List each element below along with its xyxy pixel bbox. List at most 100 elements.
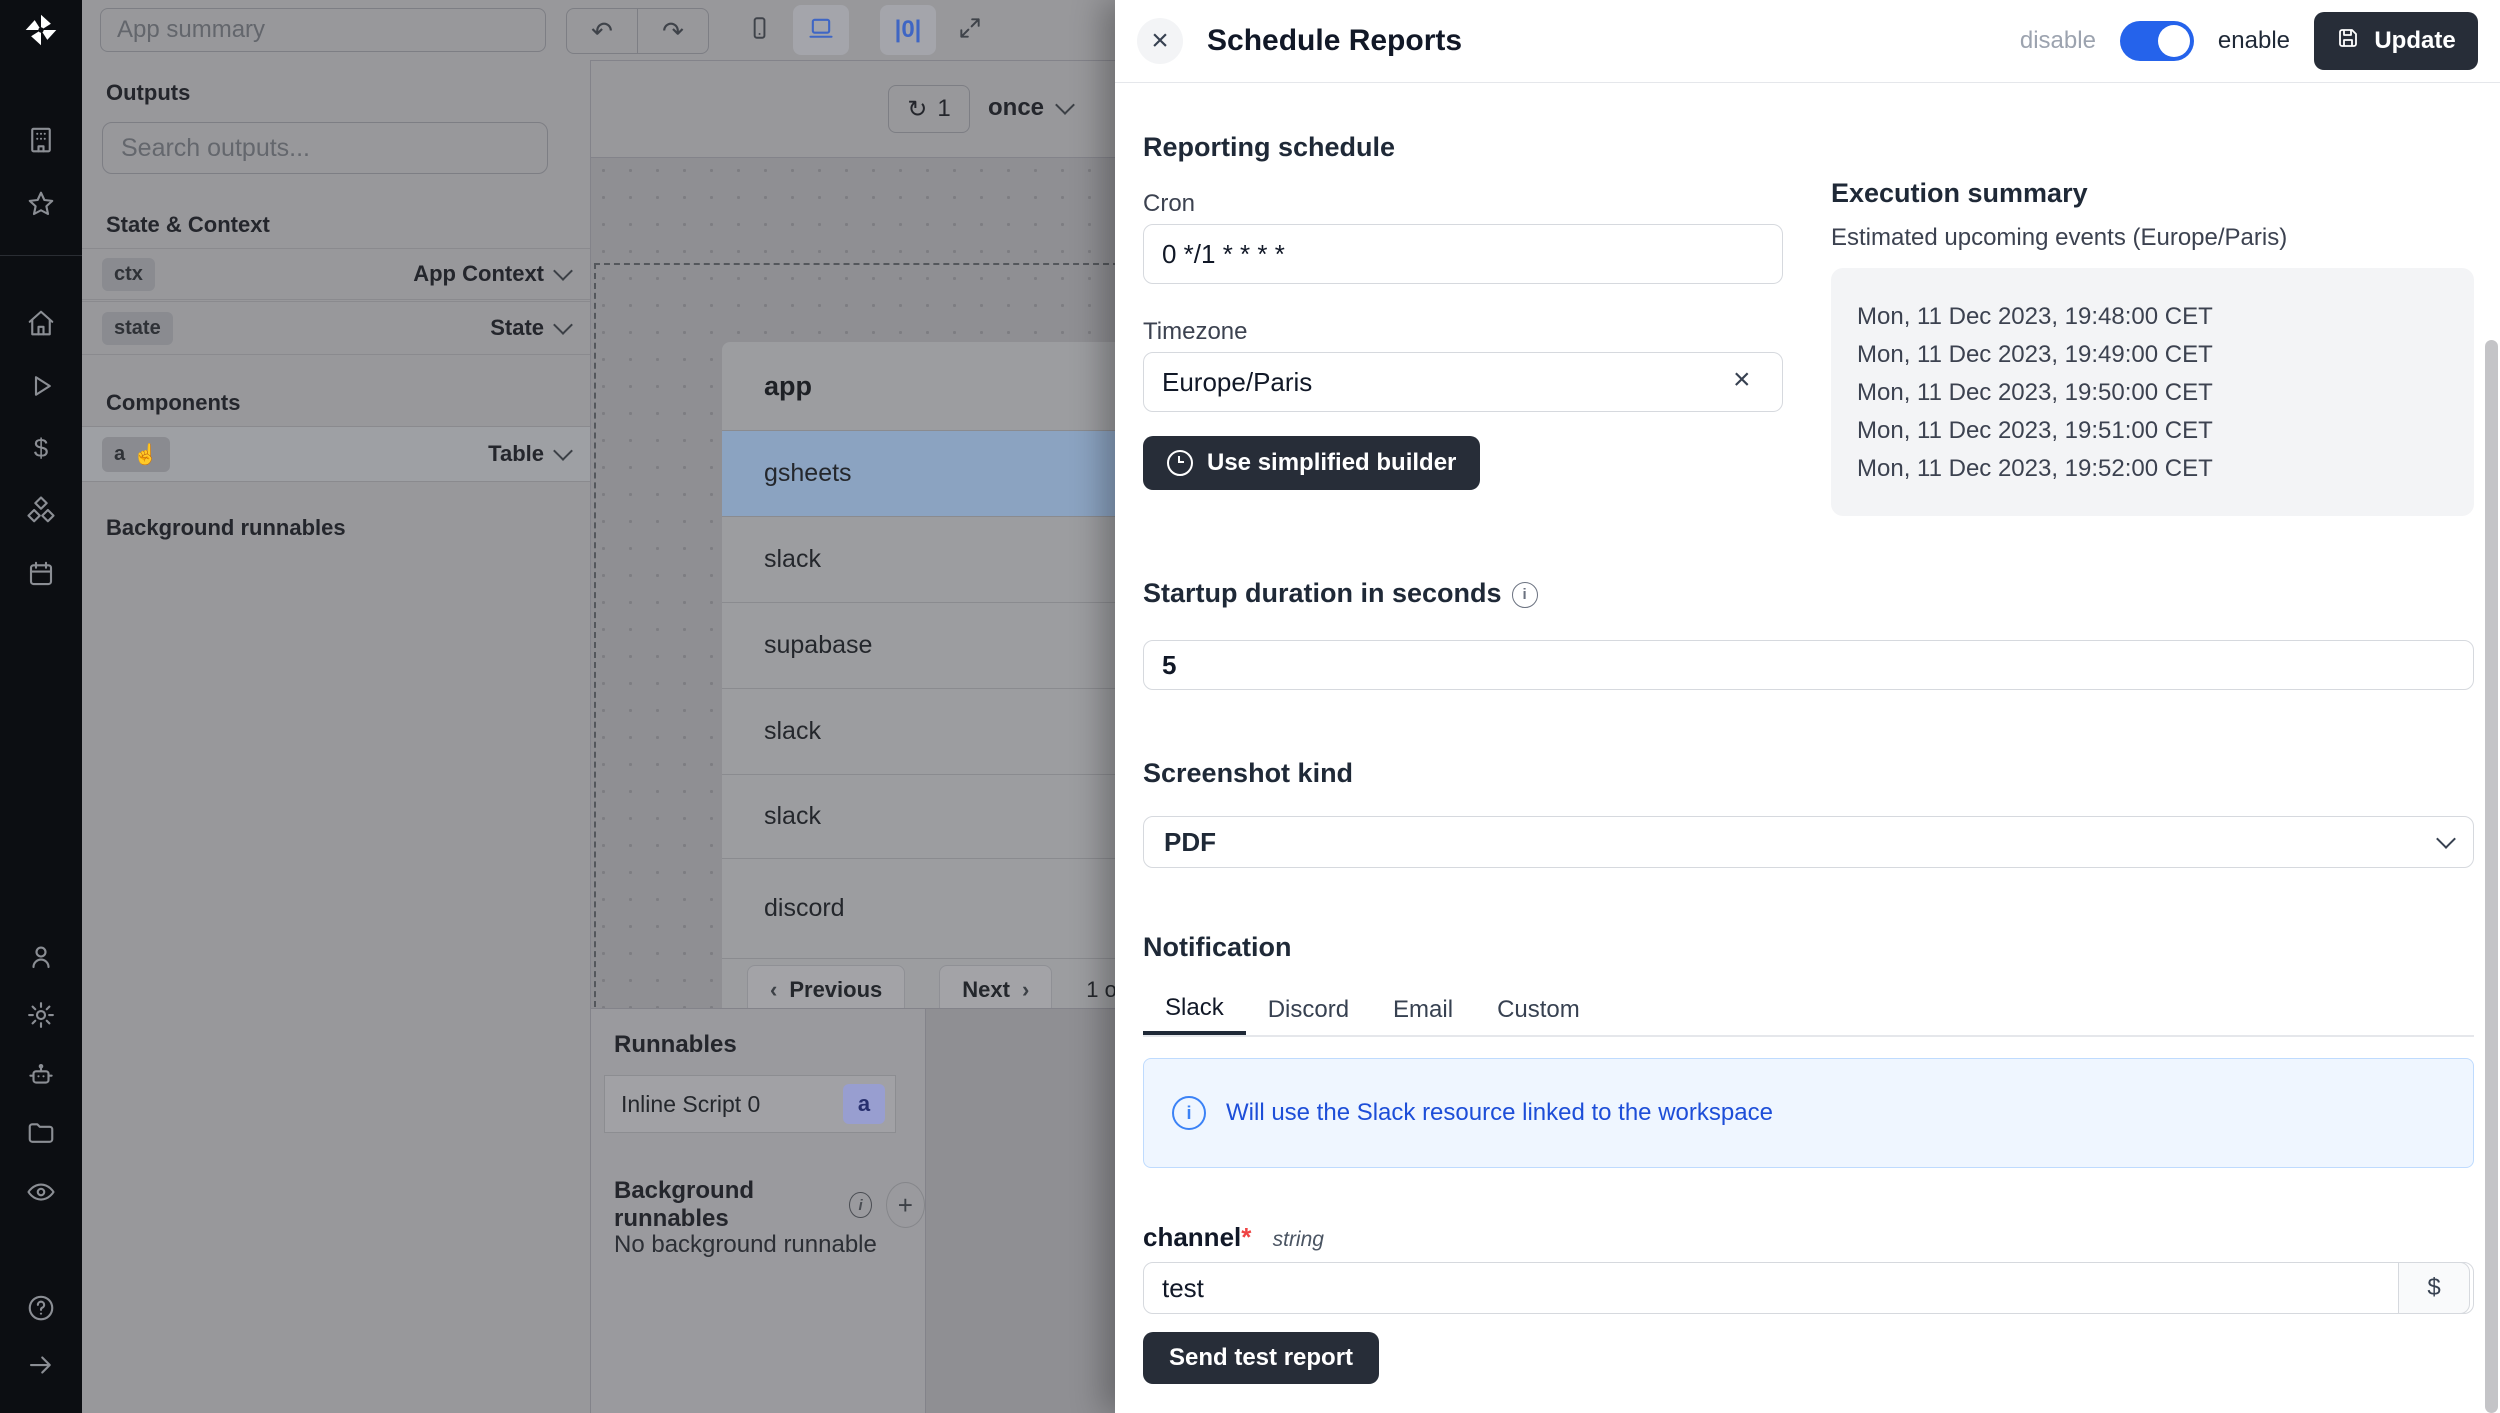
search-outputs-input[interactable] xyxy=(102,122,548,174)
audit-eye-icon[interactable] xyxy=(26,1177,56,1207)
event-item: Mon, 11 Dec 2023, 19:52:00 CET xyxy=(1857,450,2474,488)
align-center-icon: |0| xyxy=(895,16,922,44)
output-row-state[interactable]: state State xyxy=(82,301,590,355)
dollar-insert-icon: $ xyxy=(2427,1274,2440,1302)
close-button[interactable]: × xyxy=(1137,18,1183,64)
schedules-calendar-icon[interactable] xyxy=(26,559,56,589)
favorites-star-icon[interactable] xyxy=(26,189,56,219)
cell-value: gsheets xyxy=(764,459,852,488)
chevron-down-icon[interactable] xyxy=(553,261,573,281)
save-icon xyxy=(2336,26,2360,57)
tab-label: Custom xyxy=(1497,996,1580,1024)
update-label: Update xyxy=(2374,27,2455,55)
layout-tools-group: |0| xyxy=(880,5,998,55)
help-icon[interactable] xyxy=(26,1293,56,1323)
app-summary-input[interactable] xyxy=(100,8,546,52)
startup-duration-input[interactable] xyxy=(1143,640,2474,690)
refresh-count-control[interactable]: ↻ 1 xyxy=(888,85,970,133)
runs-play-icon[interactable] xyxy=(26,371,56,401)
builder-label: Use simplified builder xyxy=(1207,449,1456,477)
tab-label: Discord xyxy=(1268,996,1349,1024)
cell-value: slack xyxy=(764,802,821,831)
info-icon: i xyxy=(849,1192,871,1218)
insert-variable-button[interactable]: $ xyxy=(2398,1262,2470,1314)
drawer-header: × Schedule Reports disable enable Update xyxy=(1115,0,2500,83)
folders-icon[interactable] xyxy=(26,1118,56,1148)
event-item: Mon, 11 Dec 2023, 19:50:00 CET xyxy=(1857,374,2474,412)
channel-label: channel xyxy=(1143,1222,1241,1252)
chevron-down-icon xyxy=(2436,829,2456,849)
screenshot-kind-value: PDF xyxy=(1164,827,1216,858)
update-button[interactable]: Update xyxy=(2314,12,2478,70)
chevron-left-icon: ‹ xyxy=(770,977,777,1003)
table-type-label: Table xyxy=(488,441,544,467)
timezone-label: Timezone xyxy=(1143,318,1247,346)
tab-slack[interactable]: Slack xyxy=(1143,985,1246,1035)
fullscreen-button[interactable] xyxy=(942,5,998,55)
timezone-input[interactable] xyxy=(1143,352,1783,412)
ctx-type-label: App Context xyxy=(413,261,544,287)
run-mode-dropdown[interactable]: once xyxy=(988,85,1072,131)
event-item: Mon, 11 Dec 2023, 19:48:00 CET xyxy=(1857,298,2474,336)
output-row-ctx[interactable]: ctx App Context xyxy=(82,248,590,300)
startup-duration-label: Startup duration in seconds xyxy=(1143,578,1502,608)
execution-summary-heading: Execution summary xyxy=(1831,178,2088,209)
next-label: Next xyxy=(962,977,1010,1003)
tab-custom[interactable]: Custom xyxy=(1475,985,1602,1035)
add-background-runnable-button[interactable]: + xyxy=(886,1182,925,1228)
event-item: Mon, 11 Dec 2023, 19:51:00 CET xyxy=(1857,412,2474,450)
screenshot-kind-select[interactable]: PDF xyxy=(1143,816,2474,868)
schedule-reports-drawer: × Schedule Reports disable enable Update… xyxy=(1115,0,2500,1413)
state-badge: state xyxy=(102,312,173,345)
ai-robot-icon[interactable] xyxy=(26,1060,56,1090)
windmill-logo-icon[interactable] xyxy=(23,12,59,48)
cron-label: Cron xyxy=(1143,190,1195,218)
rail-divider xyxy=(0,255,82,256)
tab-email[interactable]: Email xyxy=(1371,985,1475,1035)
redo-button[interactable]: ↷ xyxy=(637,9,708,53)
drawer-scrollbar[interactable] xyxy=(2485,340,2498,1413)
chevron-right-icon: › xyxy=(1022,977,1029,1003)
channel-field-label: channel* string xyxy=(1143,1222,1324,1253)
disable-label: disable xyxy=(2020,27,2096,55)
banner-text: Will use the Slack resource linked to th… xyxy=(1226,1099,1773,1127)
channel-input[interactable] xyxy=(1143,1262,2474,1314)
variables-dollar-icon[interactable]: $ xyxy=(26,433,56,463)
mobile-preview-button[interactable] xyxy=(731,5,787,55)
output-row-table-a[interactable]: a☝ Table xyxy=(82,426,590,482)
home-icon[interactable] xyxy=(26,308,56,338)
slack-info-banner: i Will use the Slack resource linked to … xyxy=(1143,1058,2474,1168)
send-test-report-label: Send test report xyxy=(1169,1344,1353,1372)
chevron-down-icon[interactable] xyxy=(553,315,573,335)
background-runnables-title: Background runnables xyxy=(614,1177,835,1233)
channel-type-label: string xyxy=(1273,1228,1324,1251)
collapse-arrow-icon[interactable] xyxy=(26,1350,56,1380)
runnables-title: Runnables xyxy=(614,1031,737,1059)
desktop-preview-button[interactable] xyxy=(793,5,849,55)
workspace-icon[interactable] xyxy=(26,125,56,155)
startup-duration-heading: Startup duration in secondsi xyxy=(1143,578,1538,609)
chevron-down-icon[interactable] xyxy=(553,441,573,461)
tab-label: Slack xyxy=(1165,994,1224,1022)
center-align-button[interactable]: |0| xyxy=(880,5,936,55)
info-icon: i xyxy=(1172,1096,1206,1130)
clear-timezone-icon[interactable]: × xyxy=(1733,363,1751,397)
cron-input[interactable] xyxy=(1143,224,1783,284)
components-heading: Components xyxy=(106,390,240,416)
notification-heading: Notification xyxy=(1143,932,1292,963)
enable-toggle[interactable] xyxy=(2120,21,2194,61)
inline-script-label: Inline Script 0 xyxy=(621,1091,760,1118)
expand-icon xyxy=(957,15,983,46)
script-badge: a xyxy=(843,1084,885,1124)
send-test-report-button[interactable]: Send test report xyxy=(1143,1332,1379,1384)
drawer-title: Schedule Reports xyxy=(1207,0,1462,82)
undo-button[interactable]: ↶ xyxy=(567,9,637,53)
simplified-builder-button[interactable]: Use simplified builder xyxy=(1143,436,1480,490)
users-icon[interactable] xyxy=(26,942,56,972)
outputs-title: Outputs xyxy=(106,80,190,106)
background-runnables-heading: Background runnables xyxy=(106,515,346,541)
settings-gear-icon[interactable] xyxy=(26,1000,56,1030)
inline-script-item[interactable]: Inline Script 0 a xyxy=(604,1075,896,1133)
tab-discord[interactable]: Discord xyxy=(1246,985,1371,1035)
resources-cubes-icon[interactable] xyxy=(26,496,56,526)
